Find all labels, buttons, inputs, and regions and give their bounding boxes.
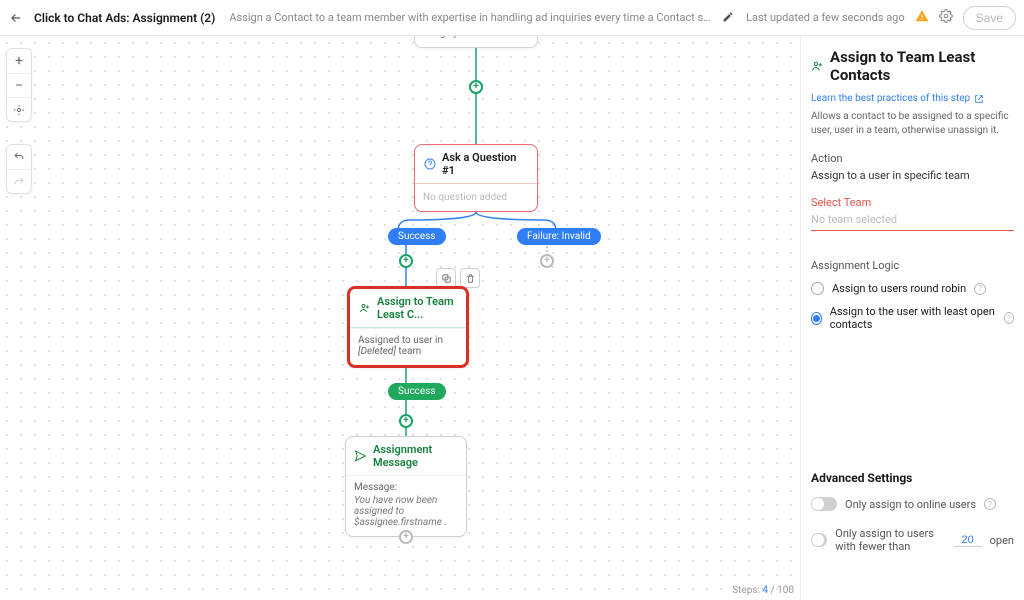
question-body: No question added	[415, 183, 537, 211]
details-panel: Assign to Team Least Contacts Learn the …	[800, 36, 1024, 600]
add-step-success[interactable]: +	[399, 254, 413, 268]
warning-icon[interactable]	[915, 9, 929, 26]
panel-title: Assign to Team Least Contacts	[830, 48, 1014, 84]
back-icon[interactable]	[8, 10, 24, 26]
learn-more-link[interactable]: Learn the best practices of this step	[811, 93, 984, 104]
advanced-settings-title: Advanced Settings	[811, 471, 1014, 485]
workflow-title: Click to Chat Ads: Assignment (2)	[34, 11, 215, 25]
help-icon[interactable]: ?	[984, 498, 996, 510]
node-assignment-message[interactable]: Assignment Message Message: You have now…	[345, 436, 467, 537]
steps-counter: Steps: 4 / 100	[732, 585, 794, 596]
toggle-online-users[interactable]	[811, 497, 837, 511]
branch-success[interactable]: Success	[388, 228, 446, 245]
node-ask-question[interactable]: Ask a Question #1 No question added	[414, 144, 538, 212]
external-link-icon	[974, 94, 984, 104]
last-updated: Last updated a few seconds ago	[746, 11, 905, 24]
message-label: Message:	[354, 482, 458, 493]
workflow-canvas[interactable]: + −	[0, 36, 800, 600]
action-label: Action	[811, 152, 1014, 165]
radio-icon	[811, 282, 824, 295]
add-step-button[interactable]: +	[469, 80, 483, 94]
fewer-than-input[interactable]	[954, 534, 982, 547]
assign-title: Assign to Team Least C...	[377, 295, 458, 321]
add-step-failure[interactable]: +	[540, 254, 554, 268]
assignment-logic-label: Assignment Logic	[811, 259, 1014, 272]
workflow-desc: Assign a Contact to a team member with e…	[229, 11, 712, 24]
radio-icon-selected	[811, 312, 822, 325]
question-icon	[423, 158, 436, 171]
help-icon[interactable]: ?	[1004, 312, 1014, 324]
radio-least-contacts[interactable]: Assign to the user with least open conta…	[811, 305, 1014, 331]
assign-icon	[358, 302, 371, 315]
edit-icon[interactable]	[722, 11, 736, 25]
duplicate-button[interactable]	[436, 268, 456, 288]
question-title: Ask a Question #1	[442, 151, 529, 177]
node-prior-message[interactable]: assign you to.	[414, 36, 538, 48]
branch-failure[interactable]: Failure: Invalid	[517, 228, 601, 245]
radio-round-robin[interactable]: Assign to users round robin ?	[811, 282, 1014, 295]
action-value: Assign to a user in specific team	[811, 169, 1014, 182]
branch-success-2[interactable]: Success	[388, 383, 446, 400]
toggle-fewer-than[interactable]	[811, 533, 827, 547]
prior-message-text: assign you to.	[423, 36, 483, 39]
panel-assign-icon	[811, 60, 824, 73]
message-text: You have now been assigned to $assignee.…	[354, 495, 458, 528]
gear-icon[interactable]	[939, 9, 953, 26]
node-assign-team[interactable]: Assign to Team Least C... Assigned to us…	[347, 286, 469, 368]
message-icon	[354, 450, 367, 463]
select-team-field[interactable]: No team selected	[811, 213, 1014, 231]
add-step-end[interactable]: +	[399, 530, 413, 544]
select-team-label: Select Team	[811, 196, 1014, 209]
panel-desc: Allows a contact to be assigned to a spe…	[811, 110, 1014, 138]
add-step-after-assign[interactable]: +	[399, 414, 413, 428]
delete-button[interactable]	[460, 268, 480, 288]
help-icon[interactable]: ?	[974, 283, 986, 295]
assign-body: Assigned to user in [Deleted] team	[350, 328, 466, 365]
message-title: Assignment Message	[373, 443, 458, 469]
save-button[interactable]: Save	[963, 6, 1016, 30]
